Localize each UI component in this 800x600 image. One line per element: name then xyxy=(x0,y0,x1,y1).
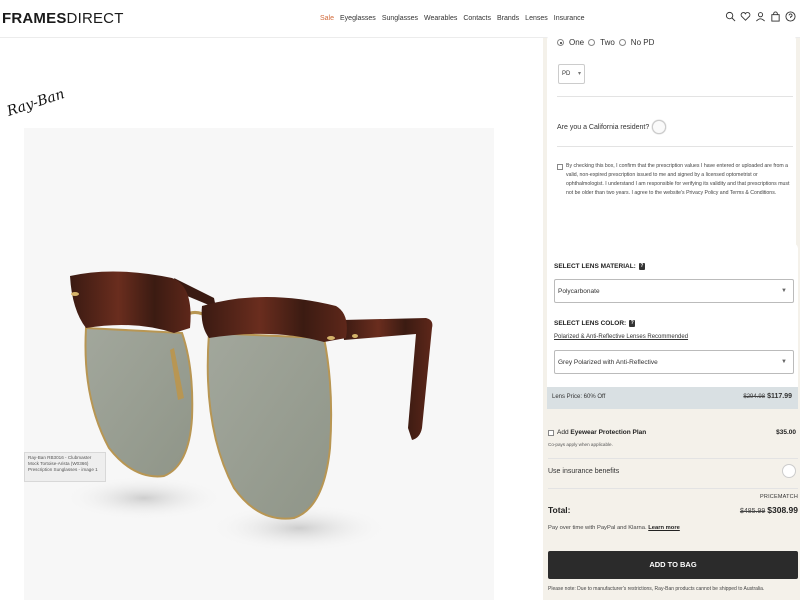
image-caption: Ray-Ban RB3016 - Clubmaster Mock Tortois… xyxy=(24,452,106,482)
lens-price-bar: Lens Price: 60% Off $294.98 $117.99 xyxy=(547,387,798,409)
recommended-lenses-link[interactable]: Polarized & Anti-Reflective Lenses Recom… xyxy=(554,334,688,340)
protection-sub: Co-pays apply when applicable. xyxy=(548,442,613,447)
lens-color-select[interactable]: Grey Polarized with Anti-Reflective ▼ xyxy=(554,350,794,374)
california-row: Are you a California resident? xyxy=(557,120,667,134)
lens-card: SELECT LENS MATERIAL: ? Polycarbonate ▼ … xyxy=(547,243,798,409)
chevron-down-icon: ▾ xyxy=(577,71,581,77)
nav-item-insurance[interactable]: Insurance xyxy=(554,15,585,22)
nav-item-eyeglasses[interactable]: Eyeglasses xyxy=(340,15,376,22)
total-price: $485.99 $308.99 xyxy=(740,505,798,515)
divider xyxy=(548,458,798,459)
lens-price-original: $294.98 xyxy=(743,394,766,400)
total-original: $485.99 xyxy=(739,508,766,515)
insurance-toggle[interactable] xyxy=(782,464,796,478)
configurator-panel: One Two No PD PD ▾ Are you a California … xyxy=(543,34,800,600)
prescription-card: One Two No PD PD ▾ Are you a California … xyxy=(547,34,796,272)
pd-two-radio[interactable] xyxy=(588,39,596,46)
california-toggle[interactable] xyxy=(652,120,667,134)
nav-item-sunglasses[interactable]: Sunglasses xyxy=(382,15,418,22)
site-header: FRAMESDIRECT Sale Eyeglasses Sunglasses … xyxy=(0,0,800,38)
protection-price: $35.00 xyxy=(776,429,796,436)
main-nav: Sale Eyeglasses Sunglasses Wearables Con… xyxy=(320,15,585,22)
no-pd-radio[interactable] xyxy=(618,39,626,46)
total-sale: $308.99 xyxy=(767,505,798,515)
california-label: Are you a California resident? xyxy=(557,123,650,131)
nav-item-lenses[interactable]: Lenses xyxy=(525,15,548,22)
consent-text: By checking this box, I confirm that the… xyxy=(566,163,790,196)
divider xyxy=(548,488,798,489)
pd-one-radio[interactable] xyxy=(557,39,564,46)
brand-logo: Ray-Ban xyxy=(4,86,67,120)
account-icon[interactable] xyxy=(755,11,766,22)
consent-block: By checking this box, I confirm that the… xyxy=(557,162,791,198)
lens-price-values: $294.98 $117.99 xyxy=(743,393,792,400)
divider xyxy=(557,96,793,97)
pd-two-label: Two xyxy=(600,38,615,47)
product-image[interactable] xyxy=(24,128,494,600)
pd-one-label: One xyxy=(569,38,585,47)
chevron-down-icon: ▼ xyxy=(781,359,787,365)
pd-options: One Two No PD xyxy=(557,38,654,47)
lens-color-heading: SELECT LENS COLOR: ? xyxy=(554,320,636,327)
bag-icon[interactable] xyxy=(770,11,781,22)
pd-select-value: PD xyxy=(562,71,571,77)
lens-material-select[interactable]: Polycarbonate ▼ xyxy=(554,279,794,303)
insurance-row: Use insurance benefits xyxy=(548,464,798,478)
lens-material-label: SELECT LENS MATERIAL: xyxy=(554,263,636,270)
paypal-note: Pay over time with PayPal and Klarna. Le… xyxy=(548,525,680,531)
nav-item-wearables[interactable]: Wearables xyxy=(424,15,457,22)
lens-color-label: SELECT LENS COLOR: xyxy=(554,320,627,327)
pd-select[interactable]: PD ▾ xyxy=(558,64,585,84)
divider xyxy=(557,146,793,147)
total-label: Total: xyxy=(548,505,571,515)
lens-price-sale: $117.99 xyxy=(767,393,792,400)
insurance-label: Use insurance benefits xyxy=(548,468,620,475)
search-icon[interactable] xyxy=(725,11,736,22)
protection-plan-checkbox[interactable] xyxy=(548,430,554,436)
learn-more-link[interactable]: Learn more xyxy=(648,525,680,531)
nav-item-contacts[interactable]: Contacts xyxy=(463,15,491,22)
header-icons xyxy=(725,11,796,22)
lens-material-value: Polycarbonate xyxy=(558,288,600,295)
protection-plan-link[interactable]: Eyewear Protection Plan xyxy=(570,429,646,436)
protection-plan-label: Add Eyewear Protection Plan xyxy=(557,429,646,436)
add-to-bag-button[interactable]: ADD TO BAG xyxy=(548,551,798,579)
lens-color-value: Grey Polarized with Anti-Reflective xyxy=(558,359,658,366)
no-pd-label: No PD xyxy=(630,38,655,47)
help-icon[interactable]: ? xyxy=(638,263,645,270)
help-icon[interactable] xyxy=(785,11,796,22)
chevron-down-icon: ▼ xyxy=(781,288,787,294)
lens-price-label: Lens Price: 60% Off xyxy=(552,394,606,400)
consent-checkbox[interactable] xyxy=(557,164,563,170)
lens-material-heading: SELECT LENS MATERIAL: ? xyxy=(554,263,645,270)
shipping-note: Please note: Due to manufacturer's restr… xyxy=(548,586,765,592)
nav-item-brands[interactable]: Brands xyxy=(497,15,519,22)
nav-item-sale[interactable]: Sale xyxy=(320,15,334,22)
site-logo[interactable]: FRAMESDIRECT xyxy=(2,10,124,27)
protection-prefix: Add xyxy=(557,429,569,436)
help-icon[interactable]: ? xyxy=(629,320,636,327)
sunglasses-illustration xyxy=(64,271,433,552)
paypal-text: Pay over time with PayPal and Klarna. xyxy=(548,525,647,531)
pricematch-badge: PRICEMATCH xyxy=(760,494,798,500)
heart-icon[interactable] xyxy=(740,11,751,22)
